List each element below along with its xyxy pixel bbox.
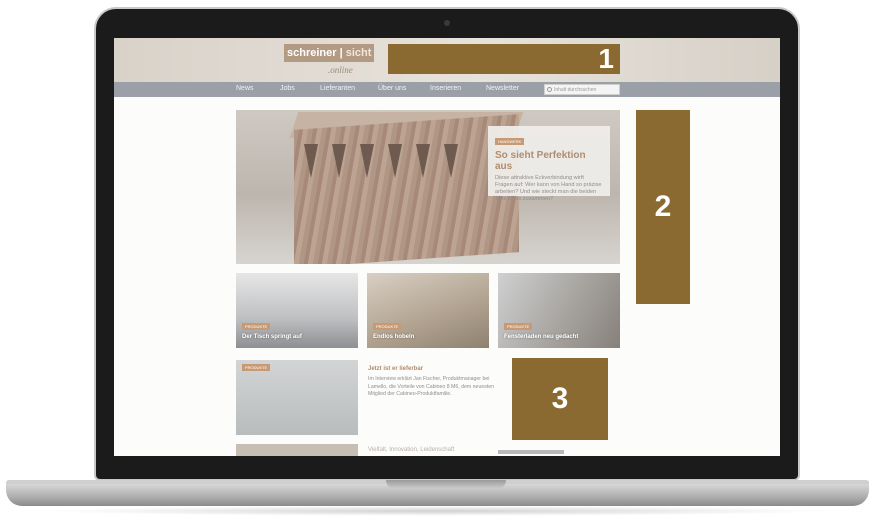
nav-item-lieferanten[interactable]: Lieferanten — [320, 85, 355, 92]
teaser-tile-planing[interactable]: PRODUKTE Endlos hobeln — [367, 273, 489, 348]
search-placeholder: Inhalt durchsuchen — [554, 87, 597, 93]
laptop-notch — [386, 480, 506, 489]
hero-tag: HANDWERK — [495, 138, 525, 145]
dovetail-shape — [388, 144, 402, 178]
main-nav: News Jobs Lieferanten Über uns Inseriere… — [114, 82, 780, 97]
dovetail-shape — [416, 144, 430, 178]
tile-label: Endlos hobeln — [373, 334, 415, 340]
nav-item-news[interactable]: News — [236, 85, 254, 92]
hero-teaser[interactable]: HANDWERK So sieht Perfektion aus Diese a… — [236, 110, 620, 264]
article-image[interactable]: PRODUKTE — [236, 360, 358, 435]
hero-card: HANDWERK So sieht Perfektion aus Diese a… — [488, 126, 610, 202]
article-tag: PRODUKTE — [242, 364, 271, 371]
article2-image[interactable] — [236, 444, 358, 456]
nav-item-inserieren[interactable]: Inserieren — [430, 85, 461, 92]
nav-item-ueber-uns[interactable]: Über uns — [378, 85, 406, 92]
logo-main: schreiner — [287, 47, 337, 59]
laptop-screen: schreiner | sicht .online News Jobs Lief… — [114, 38, 780, 456]
nav-item-newsletter[interactable]: Newsletter — [486, 85, 519, 92]
dovetail-shape — [360, 144, 374, 178]
hero-text: Diese attraktive Eckverbindung wirft Fra… — [495, 175, 602, 202]
dovetail-shape — [444, 144, 458, 178]
teaser-tile-table[interactable]: PRODUKTE Der Tisch springt auf — [236, 273, 358, 348]
tile-label: Fensterladen neu gedacht — [504, 334, 579, 340]
tile-tag: PRODUKTE — [504, 323, 533, 330]
article2-title[interactable]: Vielfalt, Innovation, Leidenschaft — [368, 447, 454, 453]
logo-box: schreiner | sicht — [284, 44, 375, 62]
hero-wood-block — [294, 114, 519, 264]
hero-title[interactable]: So sieht Perfektion aus — [495, 150, 603, 172]
overlay-marker-2: 2 — [636, 110, 690, 304]
camera-dot — [444, 20, 450, 26]
search-input[interactable]: Inhalt durchsuchen — [544, 84, 620, 95]
laptop-mockup: schreiner | sicht .online News Jobs Lief… — [0, 0, 875, 524]
article-title[interactable]: Jetzt ist er lieferbar — [368, 366, 423, 372]
overlay-marker-1: 1 — [388, 43, 620, 74]
teaser-tile-shutter[interactable]: PRODUKTE Fensterladen neu gedacht — [498, 273, 620, 348]
laptop-shadow — [40, 506, 835, 516]
dovetail-shape — [304, 144, 318, 178]
tile-label: Der Tisch springt auf — [242, 334, 302, 340]
overlay-marker-3: 3 — [512, 358, 608, 440]
sidebar-widget — [498, 450, 564, 454]
dovetail-shape — [332, 144, 346, 178]
search-icon — [547, 87, 552, 92]
site-logo[interactable]: schreiner | sicht .online — [284, 44, 375, 78]
logo-online: .online — [328, 65, 353, 75]
logo-sub: sicht — [345, 47, 372, 59]
laptop-base — [6, 480, 869, 506]
article-text: Im Interview erklärt Jan Fischer, Produk… — [368, 376, 495, 397]
nav-item-jobs[interactable]: Jobs — [280, 85, 295, 92]
tile-tag: PRODUKTE — [373, 323, 402, 330]
tile-tag: PRODUKTE — [242, 323, 271, 330]
